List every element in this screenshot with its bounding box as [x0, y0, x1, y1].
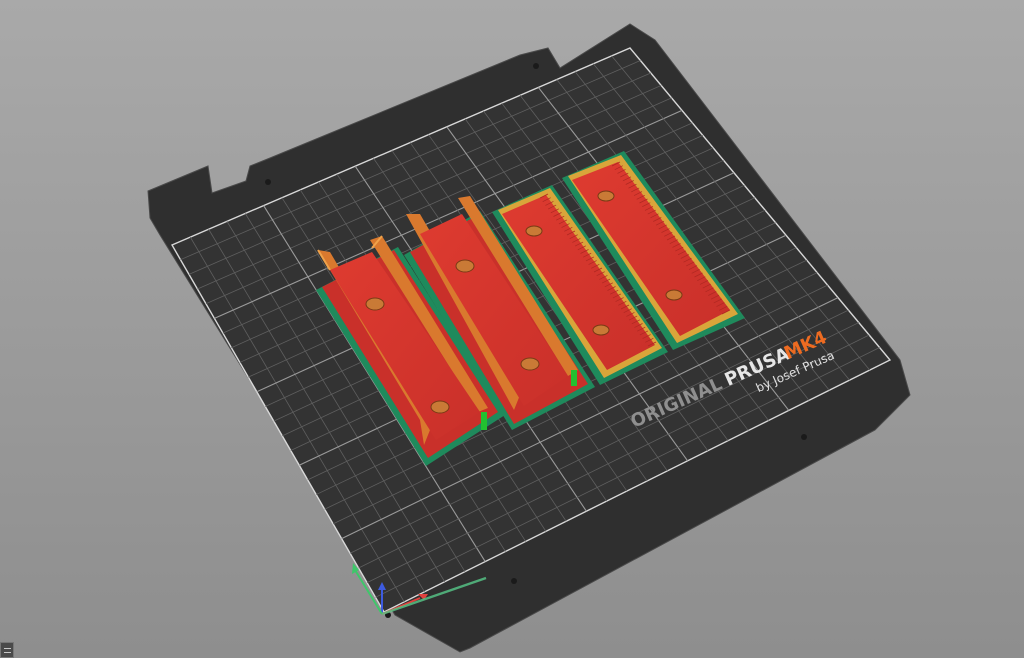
- 3d-viewport[interactable]: ORIGINAL PRUSA MK4 by Josef Prusa: [0, 0, 1024, 658]
- print-bed-scene[interactable]: ORIGINAL PRUSA MK4 by Josef Prusa: [0, 0, 1024, 658]
- sidebar-toggle-icon[interactable]: [0, 642, 14, 658]
